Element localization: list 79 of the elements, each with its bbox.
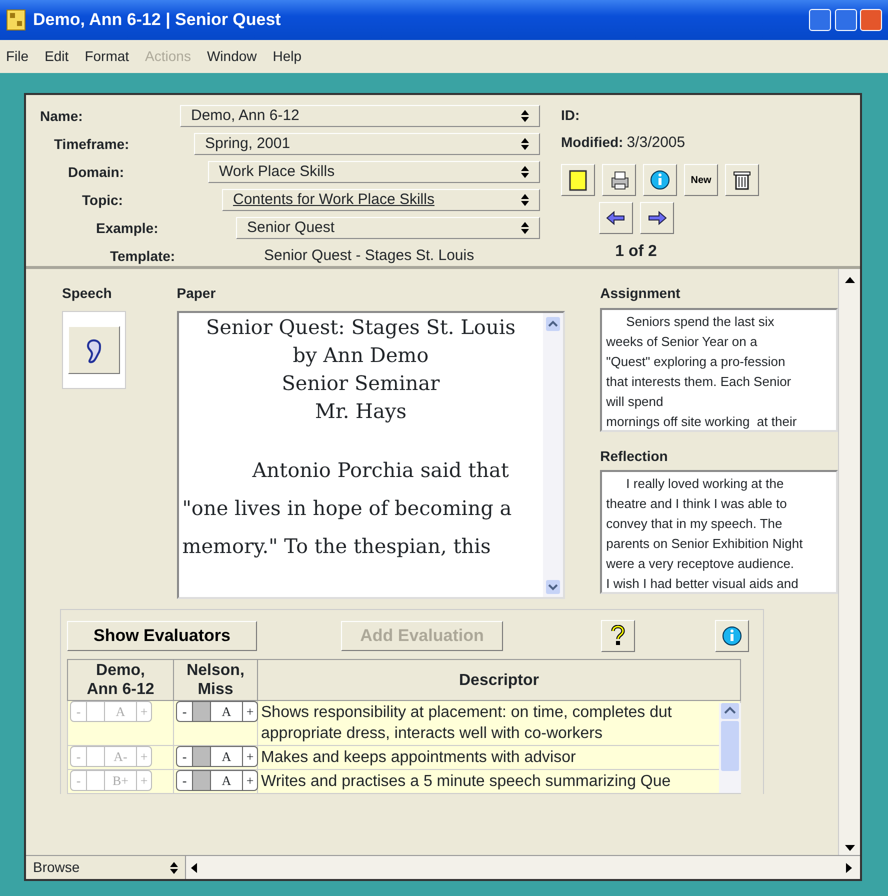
column-header: Descriptor — [258, 660, 740, 700]
speech-button[interactable] — [68, 326, 120, 374]
arrow-right-button[interactable] — [640, 202, 674, 234]
menu-item[interactable]: Format — [84, 46, 130, 67]
notebook-icon — [567, 169, 589, 191]
dropdown[interactable]: Senior Quest — [236, 217, 540, 239]
table-scrollbar[interactable] — [719, 703, 741, 793]
template-value: Senior Quest - Stages St. Louis — [264, 246, 474, 266]
grade-stepper: - A- + — [70, 746, 152, 767]
minimize-button[interactable] — [809, 9, 831, 31]
updown-arrow-icon — [170, 862, 178, 874]
arrow-right-icon — [646, 208, 668, 228]
updown-arrow-icon — [521, 138, 529, 150]
info-icon — [721, 625, 743, 647]
menu-item[interactable]: Edit — [44, 46, 69, 67]
field-label: Example: — [96, 218, 160, 238]
dropdown[interactable]: Contents for Work Place Skills — [222, 189, 540, 211]
column-header: Nelson, Miss — [174, 660, 258, 700]
updown-arrow-icon — [521, 110, 529, 122]
scroll-right-icon — [845, 862, 853, 872]
descriptor-cell: Writes and practises a 5 minute speech summarizing Que — [258, 770, 740, 794]
info-icon — [649, 169, 671, 191]
window-title: Demo, Ann 6-12 | Senior Quest — [33, 9, 282, 32]
question-mark-icon — [611, 625, 625, 647]
paper-text: Senior Quest: Stages St. Louis by Ann Demo Senior Seminar Mr. Hays Antonio Porchia said that "one lives in hope of becoming a memory." To the thespian, this — [181, 314, 516, 560]
field-label: Name: — [40, 106, 84, 126]
scroll-down-icon — [844, 844, 855, 852]
scroll-up-icon — [721, 703, 739, 719]
maximize-button[interactable] — [834, 9, 856, 31]
section-label: Reflection — [600, 446, 669, 466]
grade-stepper: - B+ + — [70, 770, 152, 791]
scroll-up-icon — [546, 316, 560, 330]
section-label: Paper — [176, 284, 217, 303]
column-header: Demo, Ann 6-12 — [68, 660, 174, 700]
info-button[interactable] — [715, 620, 749, 652]
notebook-button[interactable] — [561, 164, 595, 196]
grade-stepper[interactable]: - A + — [176, 746, 258, 767]
updown-arrow-icon — [521, 194, 529, 206]
vertical-scrollbar[interactable] — [838, 269, 860, 855]
updown-arrow-icon — [521, 222, 529, 234]
section-label: Assignment — [600, 284, 682, 303]
scroll-up-icon — [844, 276, 855, 284]
close-button[interactable] — [860, 9, 882, 31]
new-button[interactable]: New — [684, 164, 718, 196]
reflection-text: I really loved working at the theatre and I think I was able to convey that in my speech. The parents on Senior Exhibition Night were a very receptove audience. I wish I had better visual aids and — [600, 470, 838, 594]
grade-stepper[interactable]: - A + — [176, 770, 258, 791]
menu-item[interactable]: Window — [206, 46, 257, 67]
horizontal-scrollbar[interactable] — [186, 856, 860, 879]
scroll-left-icon — [190, 862, 198, 872]
help-button[interactable] — [601, 620, 635, 652]
modified-value: 3/3/2005 — [626, 133, 686, 153]
menu-item[interactable]: File — [6, 46, 29, 67]
updown-arrow-icon — [521, 166, 529, 178]
dropdown[interactable]: Work Place Skills — [208, 161, 540, 183]
field-label: Topic: — [82, 190, 124, 210]
field-label: Domain: — [68, 162, 125, 182]
arrow-left-button[interactable] — [598, 202, 632, 234]
descriptor-cell: Shows responsibility at placement: on time, completes dut appropriate dress, interacts well with co-workers — [258, 700, 740, 746]
modified-label: Modified: — [561, 133, 624, 152]
info-button[interactable] — [643, 164, 677, 196]
grade-stepper[interactable]: - A + — [176, 701, 258, 722]
field-label: Timeframe: — [54, 134, 130, 154]
grade-stepper: - A + — [70, 701, 152, 722]
dropdown[interactable]: Spring, 2001 — [194, 133, 540, 155]
printer-button[interactable] — [602, 164, 636, 196]
scroll-down-icon — [546, 580, 560, 594]
id-label: ID: — [561, 106, 581, 125]
app-icon — [6, 9, 26, 31]
record-counter: 1 of 2 — [615, 242, 657, 262]
paper-scrollbar[interactable] — [542, 313, 563, 597]
assignment-text: Seniors spend the last six weeks of Senior Year on a "Quest" exploring a pro-fession that interests them. Each Senior will spend mornings off site working at their — [600, 308, 838, 432]
show-evaluators-button[interactable]: Show Evaluators — [67, 621, 257, 651]
trash-button[interactable] — [725, 164, 759, 196]
menu-item[interactable]: Help — [272, 46, 302, 67]
field-label: Template: — [110, 246, 176, 266]
section-label: Speech — [62, 284, 113, 303]
trash-icon — [731, 169, 753, 191]
arrow-left-icon — [604, 208, 626, 228]
dropdown[interactable]: Demo, Ann 6-12 — [180, 105, 540, 127]
